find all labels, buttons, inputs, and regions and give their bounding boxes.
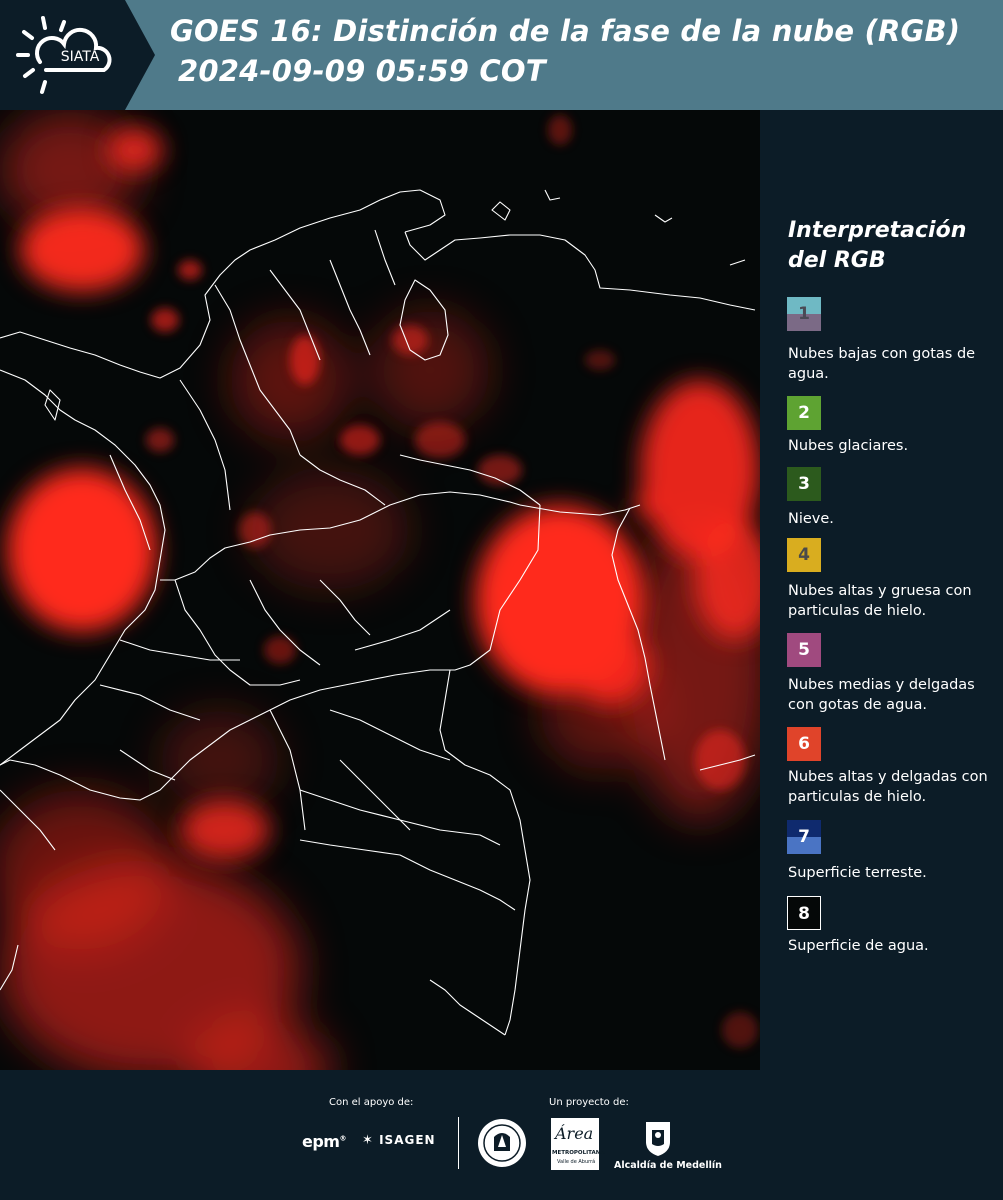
area-logo-line2: Valle de Aburrá <box>557 1159 596 1165</box>
sun-ray <box>59 20 66 32</box>
isagen-star-icon: ✶ <box>362 1133 374 1148</box>
satellite-map <box>0 110 760 1070</box>
sun-ray <box>22 30 34 40</box>
area-metropolitana-logo: Área METROPOLITANA Valle de Aburrá <box>551 1118 605 1170</box>
legend-swatch-6: 6 <box>787 727 821 761</box>
legend-swatch-4: 4 <box>787 538 821 572</box>
legend-number: 3 <box>798 474 810 494</box>
siata-logo: SIATA <box>16 16 112 94</box>
legend-swatch-5: 5 <box>787 633 821 667</box>
legend-swatch-8: 8 <box>787 896 821 930</box>
legend-label-8: Superficie de agua. <box>788 938 929 954</box>
project-label: Un proyecto de: <box>549 1097 629 1108</box>
legend-swatch-2: 2 <box>787 396 821 430</box>
legend-label-3: Nieve. <box>788 511 834 527</box>
support-label: Con el apoyo de: <box>329 1097 414 1108</box>
legend-number: 2 <box>798 403 810 423</box>
page-title: GOES 16: Distinción de la fase de la nub… <box>170 14 961 48</box>
legend-label-1: Nubes bajas con gotas de agua. <box>788 346 976 382</box>
header-bar: SIATA GOES 16: Distinción de la fase de … <box>0 0 1003 110</box>
sun-ray <box>23 68 35 78</box>
legend-swatch-7: 7 <box>787 820 821 854</box>
legend-number: 5 <box>798 640 810 660</box>
area-logo-line1: METROPOLITANA <box>552 1150 605 1156</box>
legend-number: 1 <box>798 304 810 324</box>
legend-number: 7 <box>798 827 810 847</box>
sun-ray <box>40 80 47 94</box>
legend-swatch-3: 3 <box>787 467 821 501</box>
footer: Con el apoyo de: Un proyecto de: epm® ✶ … <box>0 1070 1003 1200</box>
registered-mark-icon: ® <box>339 1134 346 1143</box>
alcaldia-logo-text: Alcaldía de Medellín <box>614 1160 722 1171</box>
epm-logo: epm® <box>302 1132 346 1151</box>
legend-label-5: Nubes medias y delgadas con gotas de agu… <box>788 677 975 713</box>
legend-label-2: Nubes glaciares. <box>788 438 909 454</box>
medellin-coat-of-arms-icon <box>646 1122 670 1156</box>
legend-panel: Interpretación del RGB 1 Nubes bajas con … <box>760 110 1003 1070</box>
legend-number: 8 <box>798 904 810 924</box>
legend-label-6: Nubes altas y delgadas con particulas de… <box>788 769 988 805</box>
legend-label-4: Nubes altas y gruesa con particulas de h… <box>788 583 972 619</box>
area-logo-script: Área <box>555 1124 594 1143</box>
isagen-logo: ✶ ISAGEN <box>362 1133 436 1148</box>
page-timestamp: 2024-09-09 05:59 COT <box>178 54 546 88</box>
logo-tab: SIATA <box>0 0 155 110</box>
legend-title: Interpretación del RGB <box>788 218 967 273</box>
rgb-satellite-image <box>0 110 760 1070</box>
legend-number: 4 <box>798 545 810 565</box>
legend-swatch-1: 1 <box>787 297 821 331</box>
siata-logo-text: SIATA <box>61 49 100 65</box>
footer-divider <box>458 1117 459 1169</box>
isagen-logo-text: ISAGEN <box>379 1133 436 1147</box>
legend-number: 6 <box>798 734 810 754</box>
sun-ray <box>41 16 47 30</box>
epm-logo-text: epm <box>302 1132 340 1151</box>
university-seal-icon <box>478 1119 526 1167</box>
legend-label-7: Superficie terreste. <box>788 865 927 881</box>
